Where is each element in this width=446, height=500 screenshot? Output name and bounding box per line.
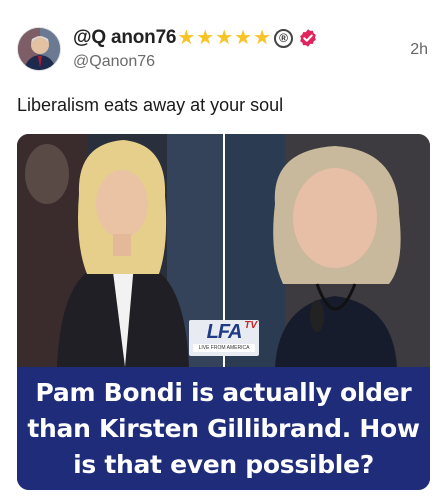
star-icon: ★ <box>215 27 234 49</box>
post-timestamp: 2h <box>410 41 428 58</box>
logo-tv: TV <box>244 320 257 331</box>
avatar-image <box>18 28 60 70</box>
user-handle[interactable]: @Qanon76 <box>73 53 428 71</box>
post-card[interactable]: @Q anon76 ★ ★ ★ ★ ★ ® @Qanon76 2h Libera… <box>0 0 446 500</box>
verified-badge-icon <box>300 29 316 47</box>
post-media[interactable]: LFA TV LIVE FROM AMERICA Pam Bondi is ac… <box>17 134 430 490</box>
lfa-tv-logo: LFA TV LIVE FROM AMERICA <box>189 320 259 356</box>
media-caption: Pam Bondi is actually older than Kirsten… <box>27 377 420 479</box>
post-header: @Q anon76 ★ ★ ★ ★ ★ ® @Qanon76 2h <box>73 26 428 76</box>
name-row: @Q anon76 ★ ★ ★ ★ ★ ® <box>73 26 428 50</box>
display-name[interactable]: @Q anon76 <box>73 27 177 49</box>
post-text: Liberalism eats away at your soul <box>17 95 284 115</box>
star-icon: ★ <box>253 27 271 49</box>
logo-subtitle: LIVE FROM AMERICA <box>193 344 255 352</box>
registered-icon: ® <box>274 28 293 48</box>
avatar[interactable] <box>17 27 61 71</box>
star-icon: ★ <box>234 27 253 49</box>
media-caption-banner: Pam Bondi is actually older than Kirsten… <box>17 367 430 490</box>
star-icon: ★ <box>196 27 215 49</box>
star-icon: ★ <box>177 27 196 49</box>
registered-mark: ® <box>279 31 288 45</box>
